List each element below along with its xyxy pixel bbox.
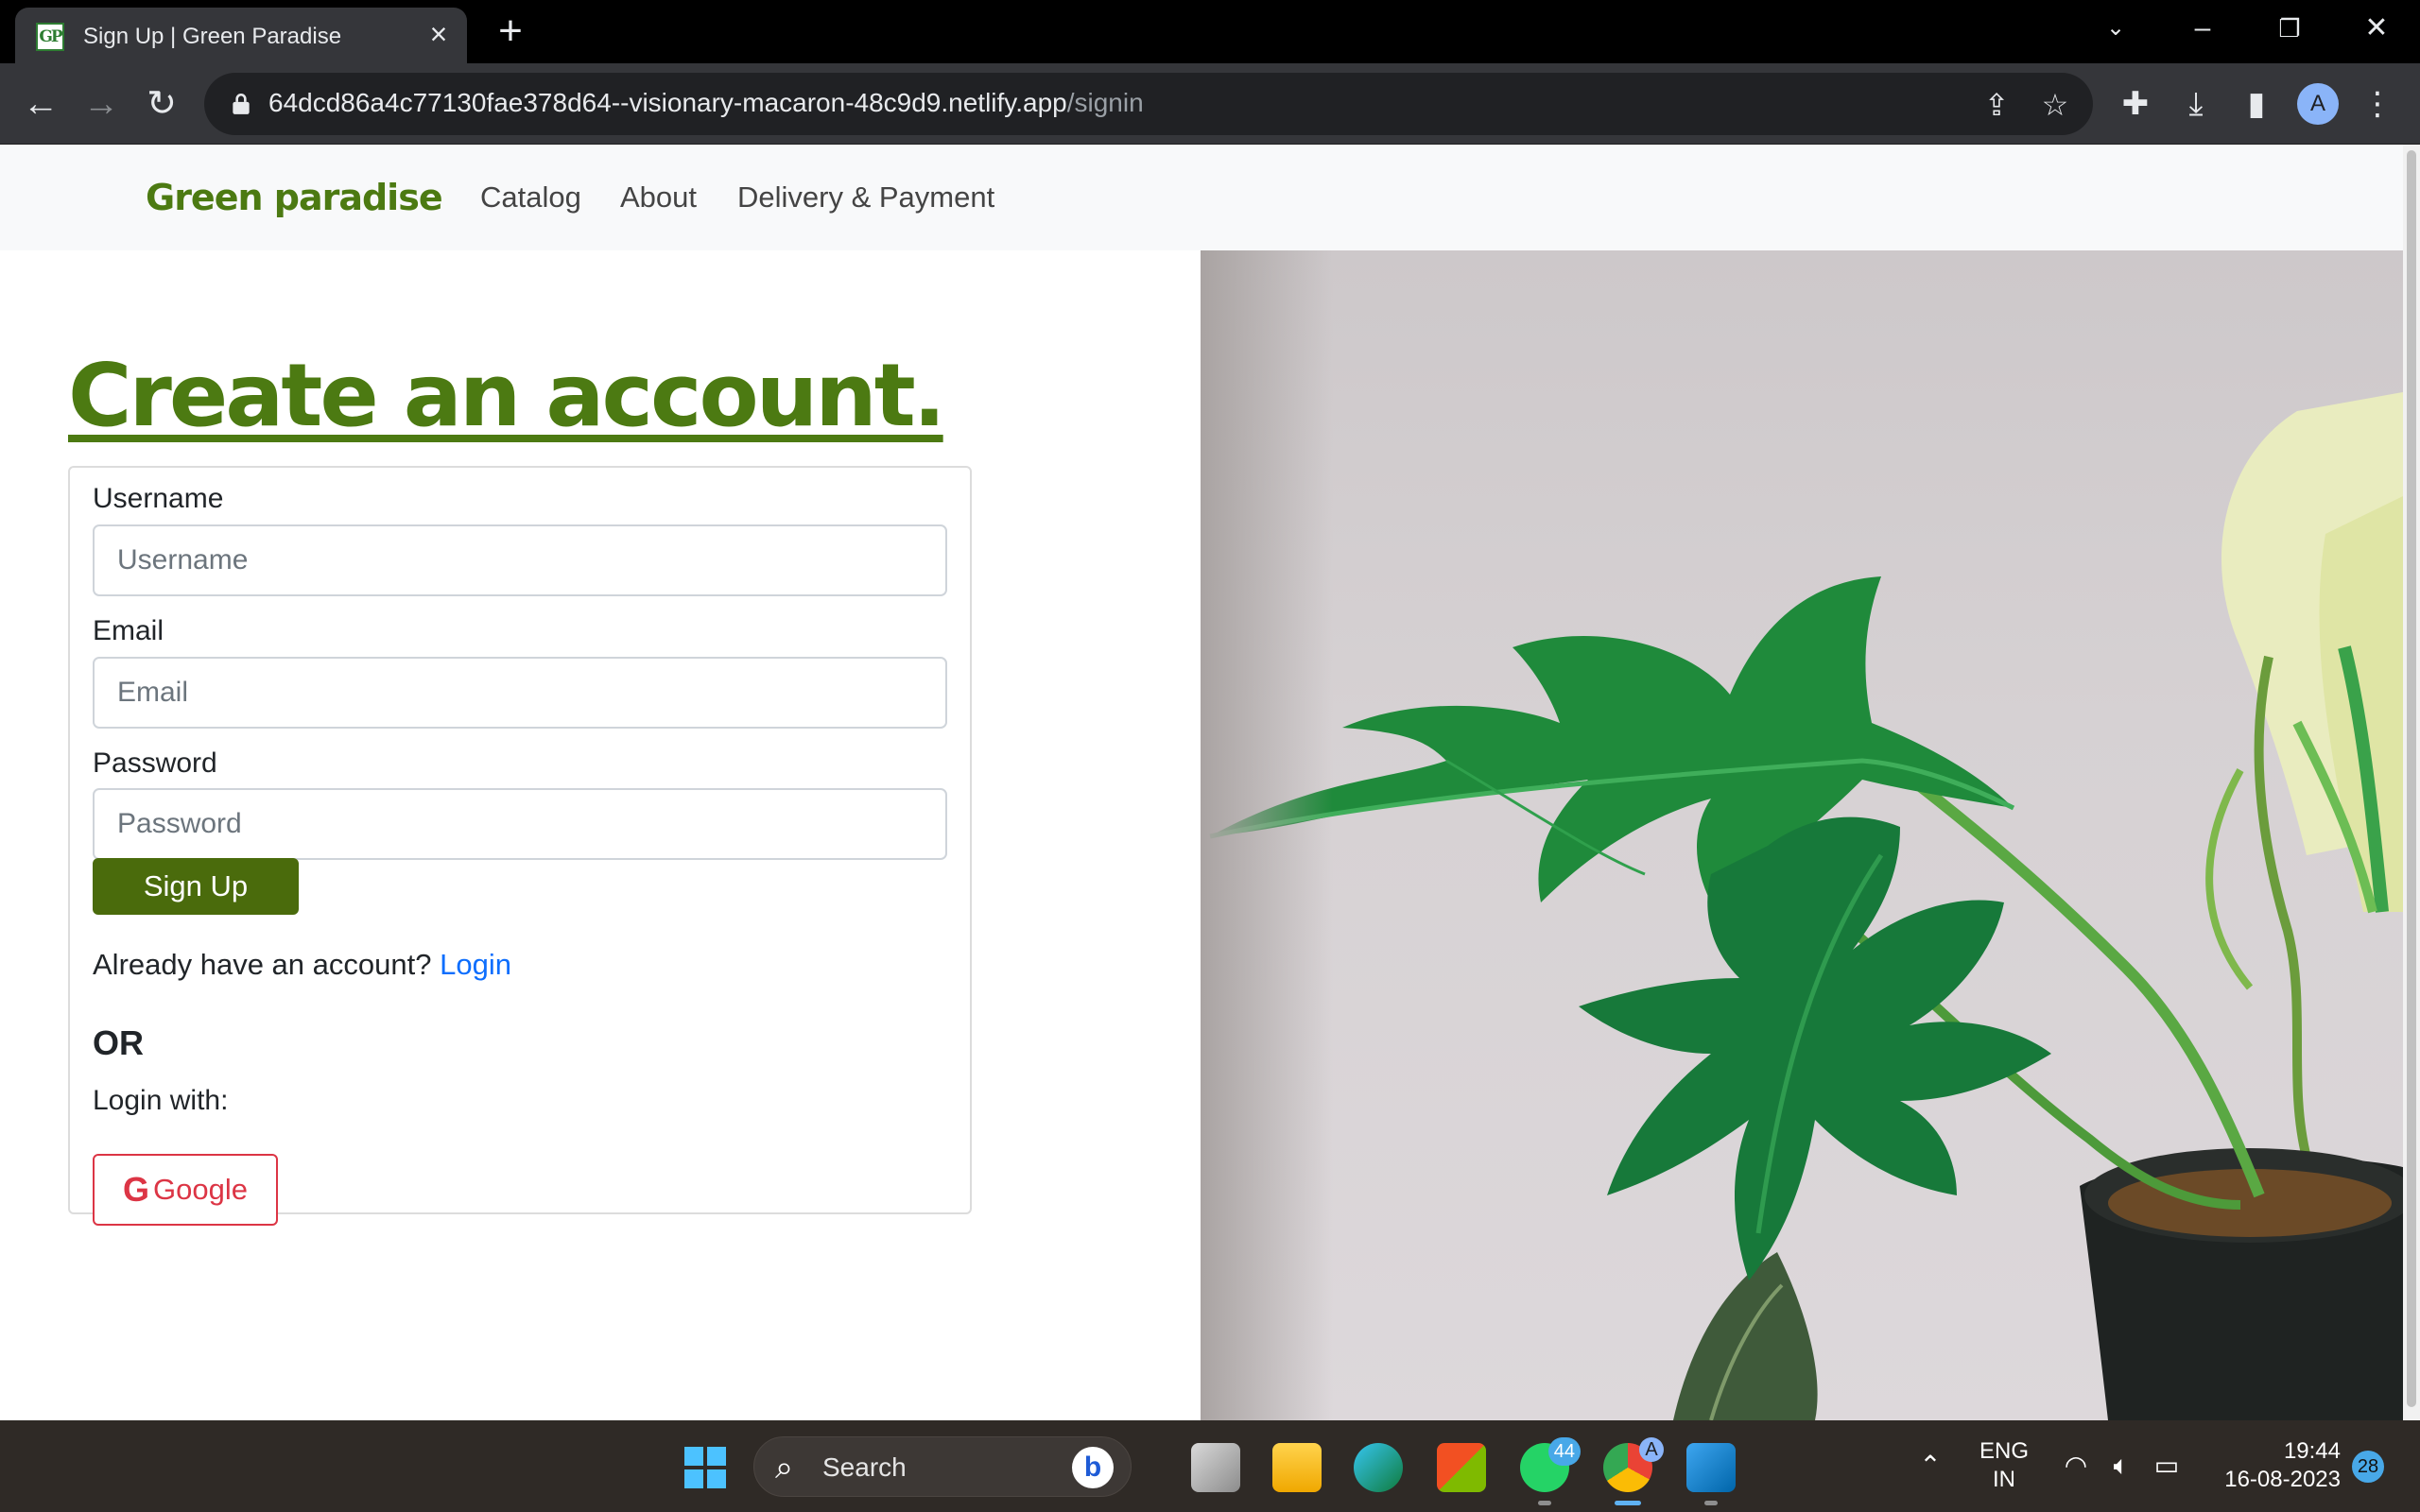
back-icon[interactable]: ← (17, 80, 64, 128)
login-with-label: Login with: (93, 1085, 229, 1116)
browser-toolbar: ← → ↻ 64dcd86a4c77130fae378d64--visionar… (0, 63, 2420, 145)
site-navbar: Green paradise Catalog About Delivery & … (0, 145, 2403, 250)
close-window-icon[interactable]: ✕ (2348, 8, 2405, 49)
sign-up-button[interactable]: Sign Up (93, 858, 299, 915)
google-button-label: Google (153, 1173, 248, 1206)
task-view-icon[interactable] (1191, 1443, 1240, 1492)
extensions-puzzle-icon[interactable]: ✚ (2112, 80, 2159, 128)
page-scrollbar[interactable] (2403, 145, 2420, 1420)
show-hidden-icons-chevron[interactable]: ⌃ (1913, 1449, 1947, 1483)
wifi-icon[interactable]: ◠ (2059, 1449, 2093, 1483)
taskbar-search-label: Search (822, 1452, 907, 1482)
download-icon[interactable]: ⤓ (2172, 80, 2220, 128)
chrome-profile-badge: A (1639, 1437, 1664, 1462)
nav-link-delivery-payment[interactable]: Delivery & Payment (737, 180, 994, 215)
close-tab-icon[interactable]: × (424, 19, 454, 49)
google-icon: G (123, 1170, 150, 1209)
hero-image-shadow (1201, 250, 1333, 1420)
nav-link-catalog[interactable]: Catalog (480, 180, 581, 215)
address-bar[interactable]: 64dcd86a4c77130fae378d64--visionary-maca… (204, 73, 2093, 135)
running-indicator (1704, 1501, 1718, 1505)
username-label: Username (93, 483, 224, 514)
whatsapp-icon[interactable]: 44 (1520, 1437, 1581, 1505)
or-divider-text: OR (93, 1023, 144, 1062)
signup-form: Username Email Password Sign Up Already … (68, 466, 972, 1226)
already-have-account-text: Already have an account? Login (93, 948, 511, 982)
site-favicon-icon: GP (36, 23, 64, 51)
input-language[interactable]: ENG IN (1976, 1437, 2032, 1494)
side-panel-icon[interactable]: ▮ (2233, 80, 2280, 128)
tab-search-chevron-icon[interactable]: ⌄ (2087, 8, 2144, 49)
login-link[interactable]: Login (440, 948, 511, 981)
minimize-icon[interactable]: – (2174, 8, 2231, 49)
page-viewport: Green paradise Catalog About Delivery & … (0, 145, 2420, 1420)
language-code: ENG (1979, 1438, 2029, 1464)
reload-icon[interactable]: ↻ (138, 80, 185, 128)
notification-count-badge[interactable]: 28 (2352, 1451, 2384, 1483)
url-text: 64dcd86a4c77130fae378d64--visionary-maca… (268, 88, 1144, 117)
password-input[interactable] (93, 788, 947, 860)
google-login-button[interactable]: G Google (93, 1154, 278, 1226)
new-tab-icon[interactable]: + (492, 10, 529, 52)
lock-icon (233, 93, 250, 114)
hero-plant-image (1201, 250, 2403, 1420)
browser-tab-active[interactable]: GP Sign Up | Green Paradise × (15, 8, 467, 63)
volume-icon[interactable]: 🔈︎ (2104, 1449, 2138, 1483)
username-input[interactable] (93, 524, 947, 596)
chrome-icon[interactable]: A (1603, 1437, 1664, 1505)
brand-logo[interactable]: Green paradise (146, 177, 443, 218)
battery-icon[interactable]: ▭ (2150, 1449, 2184, 1483)
windows-taskbar: ⌕ Search b 44 A ⌃ ENG IN ◠ 🔈︎ ▭ 19:44 16… (0, 1420, 2420, 1512)
password-label: Password (93, 747, 217, 779)
whatsapp-unread-badge: 44 (1547, 1437, 1581, 1466)
file-explorer-icon[interactable] (1272, 1443, 1322, 1492)
tab-title: Sign Up | Green Paradise (83, 24, 342, 49)
edge-browser-icon[interactable] (1354, 1443, 1403, 1492)
running-indicator-active (1615, 1501, 1641, 1505)
scrollbar-thumb[interactable] (2407, 150, 2416, 1407)
microsoft-store-icon[interactable] (1437, 1443, 1486, 1492)
page-title: Create an account. (68, 345, 946, 446)
taskbar-search-box[interactable]: ⌕ Search b (753, 1436, 1132, 1497)
search-icon: ⌕ (775, 1450, 794, 1486)
vscode-icon[interactable] (1686, 1443, 1736, 1505)
profile-avatar[interactable]: A (2297, 83, 2339, 125)
clock-time: 19:44 (2283, 1438, 2341, 1464)
windows-start-icon[interactable] (683, 1445, 728, 1490)
browser-tab-bar: GP Sign Up | Green Paradise × + ⌄ – ❐ ✕ (0, 0, 2420, 63)
share-icon[interactable]: ⇪ (1976, 84, 2017, 126)
bing-icon[interactable]: b (1072, 1447, 1114, 1488)
region-code: IN (1993, 1467, 2015, 1492)
already-have-account-label: Already have an account? (93, 948, 432, 981)
clock-date: 16-08-2023 (2224, 1467, 2341, 1492)
email-label: Email (93, 615, 164, 646)
restore-window-icon[interactable]: ❐ (2261, 8, 2318, 49)
system-clock[interactable]: 19:44 16-08-2023 (2203, 1437, 2341, 1494)
nav-link-about[interactable]: About (620, 180, 697, 215)
more-menu-icon[interactable]: ⋮ (2354, 80, 2401, 128)
forward-icon[interactable]: → (78, 80, 125, 128)
bookmark-star-icon[interactable]: ☆ (2034, 84, 2076, 126)
running-indicator (1538, 1501, 1551, 1505)
monstera-plant-illustration (1209, 392, 2403, 1420)
email-input[interactable] (93, 657, 947, 729)
